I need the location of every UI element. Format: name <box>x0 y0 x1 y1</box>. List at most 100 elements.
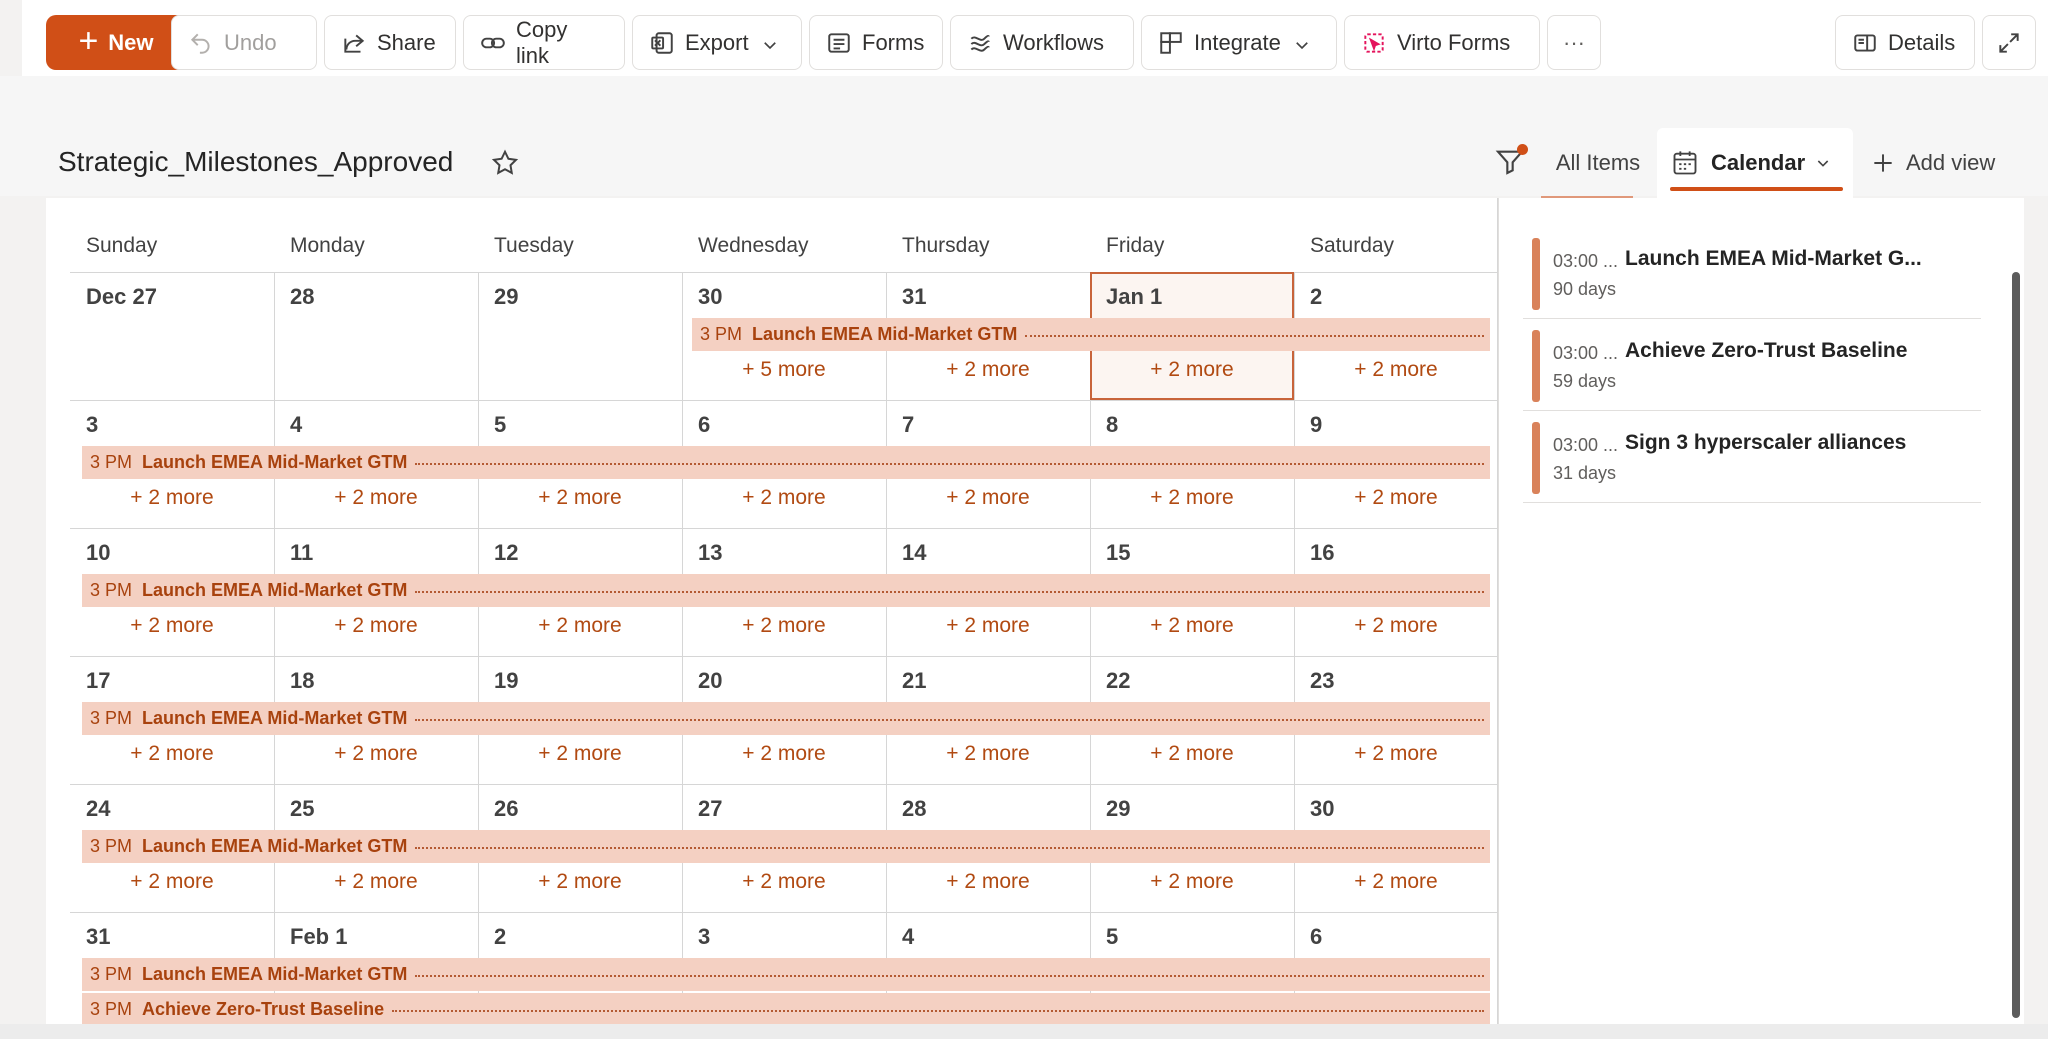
more-events-link[interactable]: + 2 more <box>1090 614 1294 638</box>
day-number[interactable]: 15 <box>1106 540 1130 566</box>
day-number[interactable]: 4 <box>290 412 302 438</box>
day-number[interactable]: 27 <box>698 796 722 822</box>
calendar-event[interactable]: 3 PM Launch EMEA Mid-Market GTM <box>82 958 1490 991</box>
day-number[interactable]: 21 <box>902 668 926 694</box>
forms-button[interactable]: Forms <box>809 15 943 70</box>
day-number[interactable]: 28 <box>902 796 926 822</box>
day-number[interactable]: 6 <box>698 412 710 438</box>
day-number[interactable]: 3 <box>698 924 710 950</box>
day-number[interactable]: Dec 27 <box>86 284 157 310</box>
more-events-link[interactable]: + 2 more <box>274 486 478 510</box>
more-events-link[interactable]: + 2 more <box>682 486 886 510</box>
day-number[interactable]: 18 <box>290 668 314 694</box>
day-number[interactable]: 13 <box>698 540 722 566</box>
day-number[interactable]: 10 <box>86 540 110 566</box>
more-events-link[interactable]: + 2 more <box>70 614 274 638</box>
more-events-link[interactable]: + 2 more <box>70 486 274 510</box>
more-events-link[interactable]: + 2 more <box>886 486 1090 510</box>
fullscreen-button[interactable] <box>1982 15 2036 70</box>
day-number[interactable]: 29 <box>494 284 518 310</box>
more-events-link[interactable]: + 2 more <box>1090 486 1294 510</box>
day-number[interactable]: Feb 1 <box>290 924 347 950</box>
more-events-link[interactable]: + 2 more <box>70 870 274 894</box>
more-events-link[interactable]: + 2 more <box>1090 742 1294 766</box>
new-button[interactable]: + New <box>46 15 186 70</box>
more-events-link[interactable]: + 2 more <box>70 742 274 766</box>
day-number[interactable]: 26 <box>494 796 518 822</box>
day-number[interactable]: 17 <box>86 668 110 694</box>
day-number[interactable]: 3 <box>86 412 98 438</box>
more-events-link[interactable]: + 2 more <box>682 870 886 894</box>
day-number[interactable]: 31 <box>86 924 110 950</box>
more-actions-button[interactable]: ··· <box>1547 15 1601 70</box>
day-number[interactable]: 24 <box>86 796 110 822</box>
virto-forms-button[interactable]: Virto Forms <box>1344 15 1540 70</box>
agenda-item[interactable]: 03:00 ... 31 days Sign 3 hyperscaler allia… <box>1523 413 1981 503</box>
details-button[interactable]: Details <box>1835 15 1975 70</box>
more-events-link[interactable]: + 2 more <box>886 870 1090 894</box>
more-events-link[interactable]: + 2 more <box>478 614 682 638</box>
more-events-link[interactable]: + 2 more <box>682 742 886 766</box>
more-events-link[interactable]: + 2 more <box>274 870 478 894</box>
more-events-link[interactable]: + 2 more <box>478 486 682 510</box>
day-number[interactable]: Jan 1 <box>1106 284 1162 310</box>
agenda-item[interactable]: 03:00 ... 59 days Achieve Zero-Trust Basel… <box>1523 321 1981 411</box>
more-events-link[interactable]: + 2 more <box>274 742 478 766</box>
view-tab-all-items[interactable]: All Items <box>1542 128 1654 198</box>
day-number[interactable]: 2 <box>1310 284 1322 310</box>
more-events-link[interactable]: + 2 more <box>682 614 886 638</box>
workflows-button[interactable]: Workflows <box>950 15 1134 70</box>
undo-button[interactable]: Undo <box>171 15 317 70</box>
copy-link-button[interactable]: Copy link <box>463 15 625 70</box>
more-events-link[interactable]: + 5 more <box>682 358 886 382</box>
more-events-link[interactable]: + 2 more <box>886 614 1090 638</box>
day-number[interactable]: 16 <box>1310 540 1334 566</box>
day-number[interactable]: 31 <box>902 284 926 310</box>
calendar-event[interactable]: 3 PM Launch EMEA Mid-Market GTM <box>692 318 1490 351</box>
day-number[interactable]: 5 <box>494 412 506 438</box>
calendar-event[interactable]: 3 PM Launch EMEA Mid-Market GTM <box>82 446 1490 479</box>
more-events-link[interactable]: + 2 more <box>1294 742 1498 766</box>
day-number[interactable]: 30 <box>698 284 722 310</box>
more-events-link[interactable]: + 2 more <box>1294 614 1498 638</box>
day-number[interactable]: 28 <box>290 284 314 310</box>
more-events-link[interactable]: + 2 more <box>274 614 478 638</box>
more-events-link[interactable]: + 2 more <box>886 742 1090 766</box>
more-events-link[interactable]: + 2 more <box>1294 486 1498 510</box>
more-events-link[interactable]: + 2 more <box>478 742 682 766</box>
calendar-event[interactable]: 3 PM Launch EMEA Mid-Market GTM <box>82 574 1490 607</box>
share-button[interactable]: Share <box>324 15 456 70</box>
day-number[interactable]: 9 <box>1310 412 1322 438</box>
day-number[interactable]: 5 <box>1106 924 1118 950</box>
day-number[interactable]: 25 <box>290 796 314 822</box>
day-number[interactable]: 6 <box>1310 924 1322 950</box>
day-number[interactable]: 29 <box>1106 796 1130 822</box>
day-number[interactable]: 11 <box>290 540 313 566</box>
more-events-link[interactable]: + 2 more <box>886 358 1090 382</box>
day-number[interactable]: 8 <box>1106 412 1118 438</box>
more-events-link[interactable]: + 2 more <box>478 870 682 894</box>
calendar-event[interactable]: 3 PM Launch EMEA Mid-Market GTM <box>82 702 1490 735</box>
calendar-event[interactable]: 3 PM Launch EMEA Mid-Market GTM <box>82 830 1490 863</box>
agenda-item[interactable]: 03:00 ... 90 days Launch EMEA Mid-Market G… <box>1523 229 1981 319</box>
calendar-event[interactable]: 3 PM Achieve Zero-Trust Baseline <box>82 993 1490 1024</box>
day-number[interactable]: 22 <box>1106 668 1130 694</box>
day-number[interactable]: 20 <box>698 668 722 694</box>
day-number[interactable]: 14 <box>902 540 926 566</box>
export-button[interactable]: Export <box>632 15 802 70</box>
more-events-link[interactable]: + 2 more <box>1090 870 1294 894</box>
scrollbar[interactable] <box>2012 272 2020 1018</box>
more-events-link[interactable]: + 2 more <box>1294 870 1498 894</box>
favorite-star-icon[interactable] <box>490 148 520 178</box>
more-events-link[interactable]: + 2 more <box>1294 358 1498 382</box>
day-number[interactable]: 2 <box>494 924 506 950</box>
day-number[interactable]: 19 <box>494 668 518 694</box>
day-number[interactable]: 7 <box>902 412 914 438</box>
day-number[interactable]: 4 <box>902 924 914 950</box>
integrate-button[interactable]: Integrate <box>1141 15 1337 70</box>
more-events-link[interactable]: + 2 more <box>1090 358 1294 382</box>
day-number[interactable]: 30 <box>1310 796 1334 822</box>
day-number[interactable]: 23 <box>1310 668 1334 694</box>
day-number[interactable]: 12 <box>494 540 518 566</box>
add-view-button[interactable]: Add view <box>1870 128 1995 198</box>
